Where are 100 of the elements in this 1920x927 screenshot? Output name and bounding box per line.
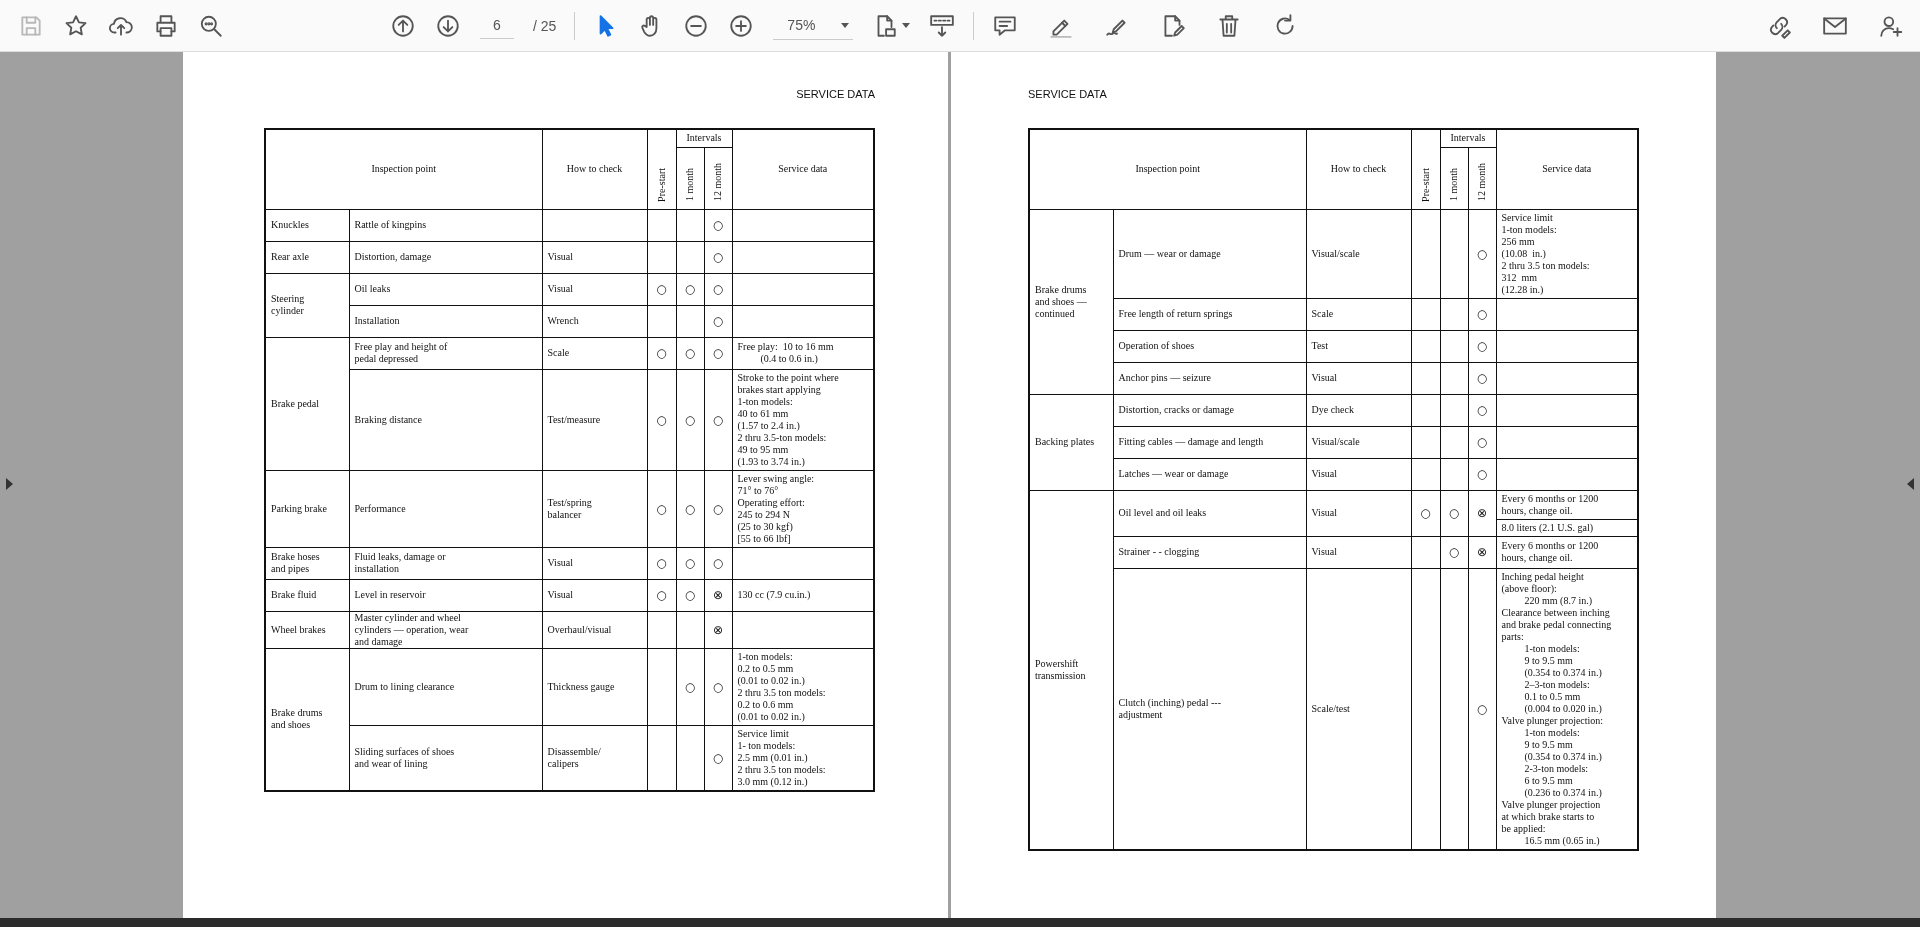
- table-cell-text: Inching pedal height (above floor): 220 mm (8.7 in.) Clearance between inching and brake pedal connecting parts: 1-ton models: 9 to 9.5 mm (0.354 to 0.374 in.) 2–3-ton models: 0.1 to 0.5 mm (0.004 to 0.020 in.) Valve plunger projection: 1-ton models: 9 to 9.5 mm (0.354 to 0.374 in.) 2-3-ton models: 6 to 9.5 mm (0.236 to 0.374 in.) Valve plunger projection at which brake starts to be applied: 16.5 mm (0.65 in.): [1500, 569, 1613, 848]
- table-cell-text: Scale/test: [1310, 702, 1351, 715]
- column-header: 12 month: [712, 163, 724, 202]
- table-cell-text: Test/measure: [546, 413, 602, 426]
- table-cell-text: Knuckles: [270, 219, 310, 231]
- column-header: How to check: [566, 163, 623, 176]
- table-cell: ○: [712, 218, 724, 232]
- table-cell-text: Parking brake: [270, 502, 328, 515]
- table-cell-text: Scale: [546, 347, 571, 359]
- table-cell-text: Operation of shoes: [1117, 340, 1196, 352]
- column-header: Intervals: [1450, 132, 1486, 145]
- table-cell-text: Brake drums and shoes — continued: [1034, 283, 1088, 320]
- table-cell-text: Rattle of kingpins: [353, 219, 428, 231]
- table-cell-text: Backing plates: [1034, 436, 1096, 448]
- zoom-in-icon[interactable]: [728, 12, 755, 39]
- table-cell: ○: [712, 346, 724, 360]
- table-cell-text: Free play and height of pedal depressed: [353, 341, 449, 365]
- column-header: How to check: [1330, 163, 1387, 176]
- table-cell: ○: [1476, 435, 1488, 449]
- table-cell-text: Steering cylinder: [270, 293, 306, 317]
- table-cell: ○: [1420, 506, 1431, 520]
- table-cell: ○: [712, 250, 724, 264]
- table-cell: ○: [1448, 545, 1460, 559]
- scroll-mode-icon[interactable]: [929, 12, 956, 39]
- table-cell-text: 1-ton models: 0.2 to 0.5 mm (0.01 to 0.02 in.) 2 thru 3.5 ton models: 0.2 to 0.6 mm (0.01 to 0.02 in.): [736, 649, 827, 724]
- table-cell-text: Latches — wear or damage: [1117, 468, 1230, 480]
- table-cell-text: Visual: [1310, 546, 1338, 558]
- table-cell-text: Lever swing angle: 71° to 76° Operating effort: 245 to 294 N (25 to 30 kgf) [55 to 66 lbf]: [736, 471, 816, 546]
- table-cell: ⊗: [1476, 545, 1488, 559]
- table-cell-text: Dye check: [1310, 404, 1355, 416]
- table-cell-text: Sliding surfaces of shoes and wear of lining: [353, 745, 456, 770]
- table-cell-text: Distortion, cracks or damage: [1117, 404, 1236, 416]
- table-cell-text: Test/spring balancer: [546, 496, 593, 521]
- column-header: Inspection point: [371, 163, 437, 176]
- table-cell: ○: [656, 588, 667, 602]
- table-cell: ○: [684, 282, 696, 296]
- table-cell-text: Visual: [546, 251, 574, 263]
- table-cell: ○: [712, 314, 724, 328]
- table-cell-text: Rear axle: [270, 251, 311, 263]
- table-cell: ○: [712, 750, 724, 765]
- table-cell: ○: [684, 679, 696, 694]
- table-cell-text: Visual: [546, 557, 574, 569]
- page-count: / 25: [533, 17, 557, 34]
- table-cell-text: Visual: [546, 589, 574, 601]
- table-cell-text: Level in reservoir: [353, 589, 427, 601]
- arrow-up-icon[interactable]: [390, 12, 416, 39]
- printer-icon[interactable]: [153, 12, 179, 39]
- zoom-out-icon[interactable]: [683, 12, 710, 39]
- column-header: Service data: [778, 163, 828, 176]
- table-cell-text: Every 6 months or 1200 hours, change oil.: [1500, 491, 1600, 518]
- table-cell-text: Installation: [353, 315, 401, 327]
- table-cell: ○: [656, 282, 667, 296]
- arrow-down-icon[interactable]: [435, 12, 461, 39]
- table-cell: ○: [656, 501, 667, 516]
- table-cell-text: Powershift transmission: [1034, 657, 1087, 682]
- table-cell-text: Every 6 months or 1200 hours, change oil.: [1500, 539, 1600, 565]
- caret-icon[interactable]: [841, 22, 850, 28]
- table-cell: ○: [1476, 307, 1488, 321]
- page-heading: SERVICE DATA: [1028, 88, 1107, 100]
- page-heading: SERVICE DATA: [796, 88, 875, 100]
- table-cell-text: Thickness gauge: [546, 680, 616, 693]
- table-cell-text: Clutch (inching) pedal --- adjustment: [1117, 696, 1222, 721]
- table-cell: ○: [1476, 246, 1488, 261]
- table-cell: ○: [656, 556, 667, 570]
- page-number-field[interactable]: 6: [480, 12, 514, 39]
- table-cell: ⊗: [712, 588, 724, 602]
- table-cell: ○: [1476, 339, 1488, 353]
- table-cell-text: Wheel brakes: [270, 623, 327, 636]
- table-cell: ○: [1476, 371, 1488, 385]
- caret-icon[interactable]: [902, 23, 911, 28]
- table-cell-text: Free length of return springs: [1117, 308, 1234, 320]
- table-cell-text: Visual/scale: [1310, 436, 1361, 448]
- table-cell: ○: [712, 412, 724, 427]
- table-cell-text: Oil level and oil leaks: [1117, 507, 1208, 519]
- column-header: Pre-start: [1419, 167, 1432, 202]
- panel-toggle-icon[interactable]: [6, 478, 13, 490]
- table-cell: ⊗: [712, 622, 724, 637]
- table-cell-text: Test: [1310, 340, 1330, 352]
- table-cell-text: Oil leaks: [353, 283, 392, 295]
- table-cell-text: Brake fluid: [270, 589, 318, 601]
- table-cell: ○: [712, 282, 724, 296]
- column-header: Intervals: [686, 132, 722, 145]
- panel-toggle-icon[interactable]: [1907, 478, 1914, 490]
- table-cell-text: Service limit 1-ton models: 256 mm (10.08 in.) 2 thru 3.5 ton models: 312 mm (12.28 in.): [1500, 210, 1591, 297]
- table-cell: ○: [1448, 506, 1460, 520]
- table-cell-text: Anchor pins — seizure: [1117, 372, 1212, 384]
- table-cell-text: Visual: [1310, 372, 1338, 384]
- table-cell-text: Drum to lining clearance: [353, 680, 456, 693]
- table-cell: ○: [656, 412, 667, 427]
- table-cell-text: Free play: 10 to 16 mm (0.4 to 0.6 in.): [736, 340, 835, 366]
- column-header: Service data: [1542, 163, 1592, 176]
- table-cell: ○: [684, 412, 696, 427]
- table-cell: ○: [712, 501, 724, 516]
- table-cell: ○: [712, 556, 724, 570]
- table-cell-text: Visual: [1310, 507, 1338, 519]
- table-cell: ○: [684, 556, 696, 570]
- zoom-field[interactable]: 75%: [773, 11, 854, 40]
- table-cell-text: Stroke to the point where brakes start applying 1-ton models: 40 to 61 mm (1.57 to 2.4 in.) 2 thru 3.5-ton models: 49 to 95 mm (1.93 to 3.74 in.): [736, 370, 840, 469]
- column-header: 12 month: [1476, 163, 1488, 202]
- table-cell: ○: [1476, 467, 1488, 481]
